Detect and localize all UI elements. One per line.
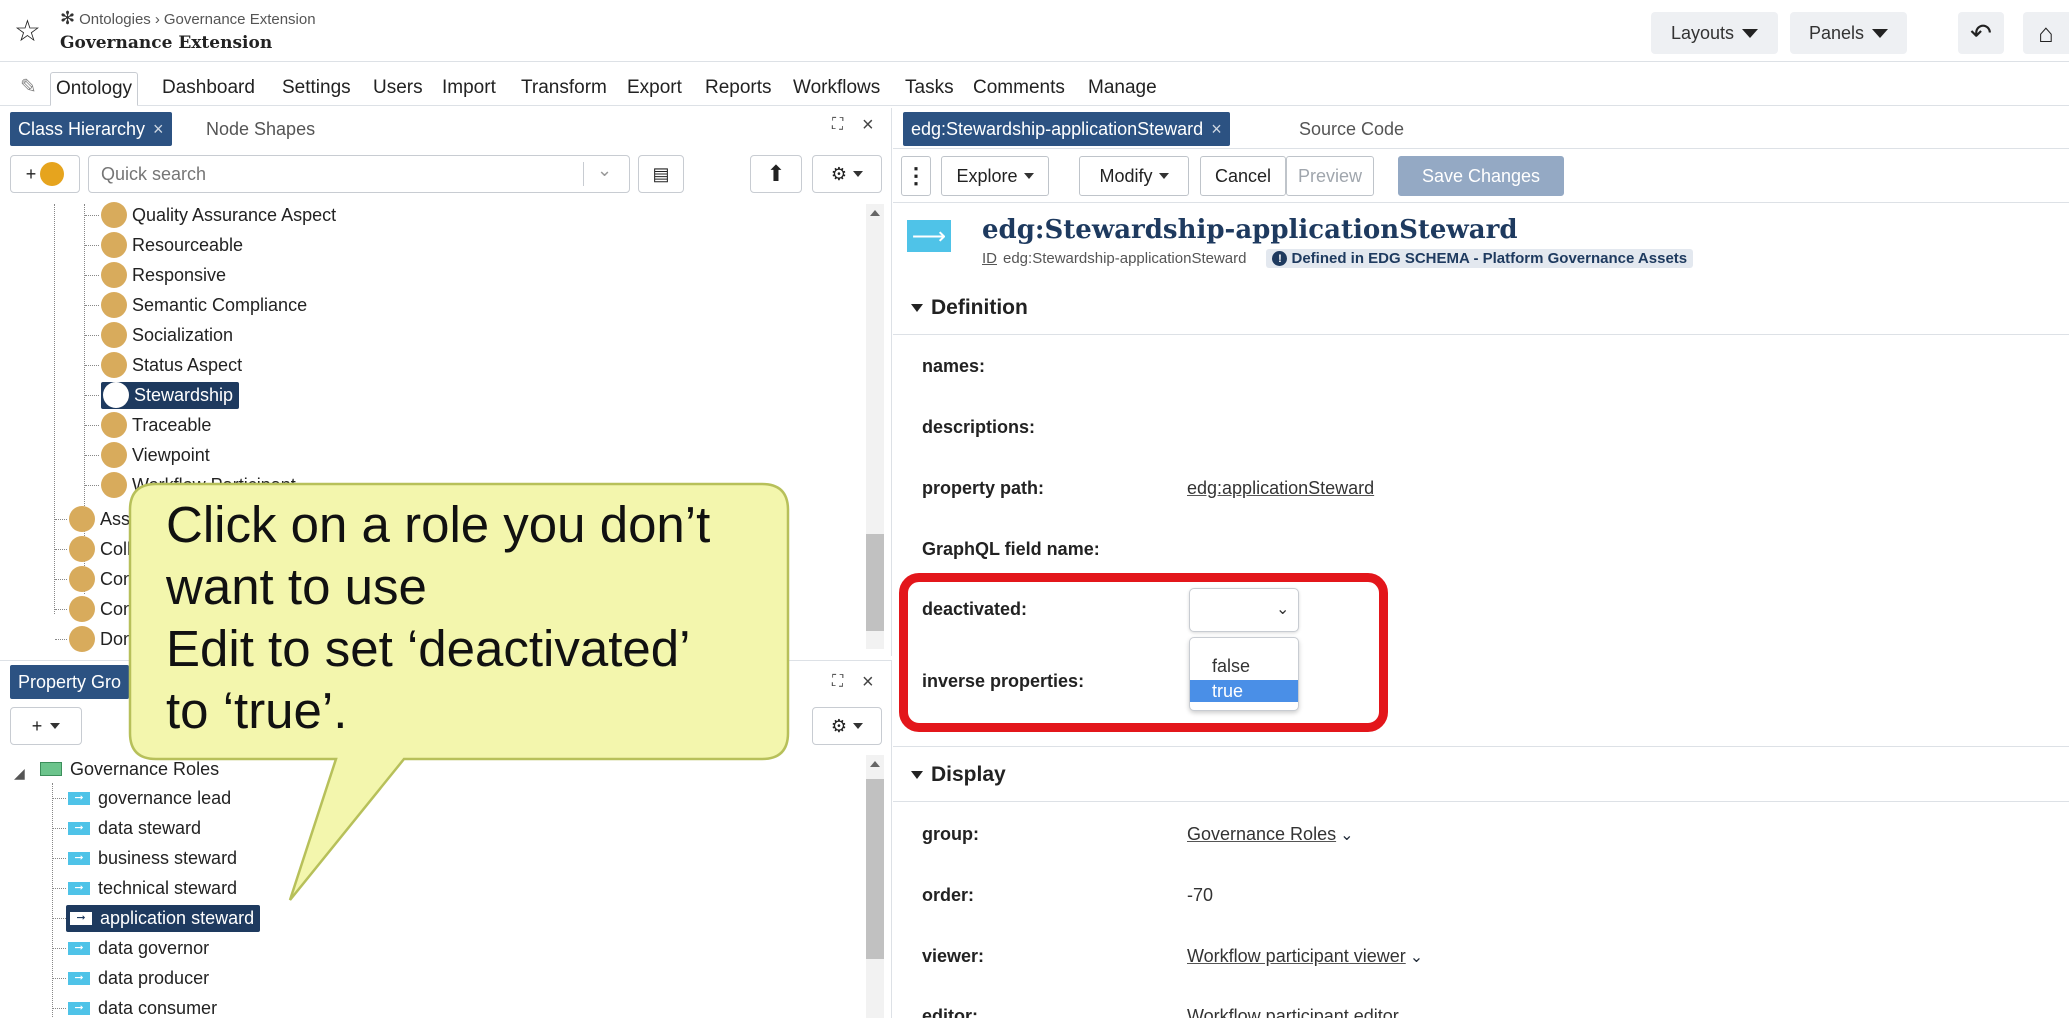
callout-line: Click on a role you don’t	[166, 496, 711, 553]
callout-line: to ‘true’.	[166, 682, 348, 739]
callout-line: want to use	[166, 558, 427, 615]
callout-text: Click on a role you don’t want to use Ed…	[166, 494, 710, 742]
callout-line: Edit to set ‘deactivated’	[166, 620, 691, 677]
